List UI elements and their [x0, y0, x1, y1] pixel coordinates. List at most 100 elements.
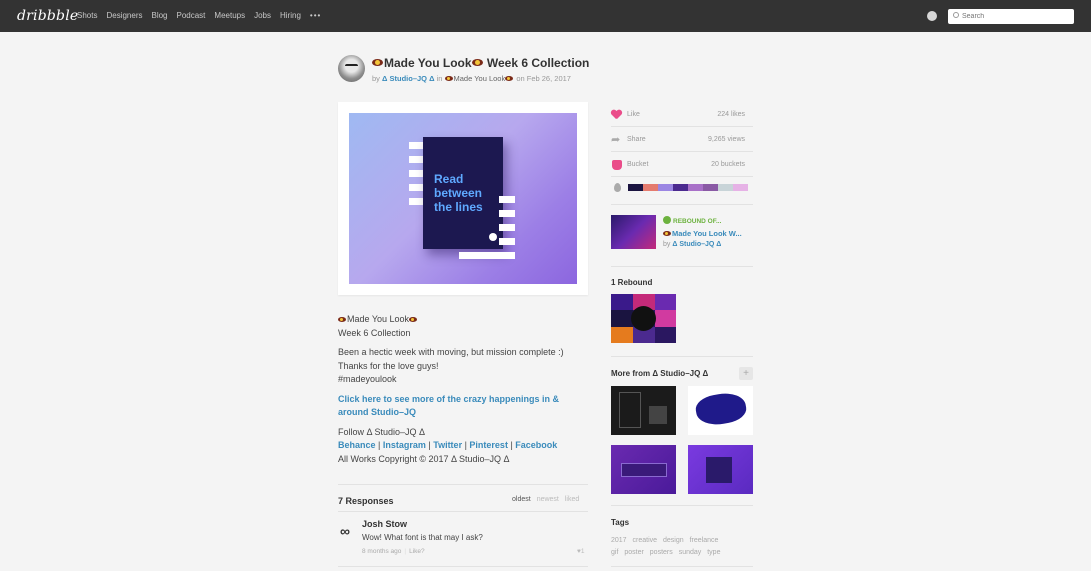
- color-drop-icon: [614, 183, 621, 192]
- bucket-row[interactable]: Bucket 20 buckets: [611, 158, 753, 172]
- eye-emoji-icon: [663, 231, 671, 236]
- more-shot-thumbnail[interactable]: [611, 386, 676, 435]
- twitter-link[interactable]: Twitter: [433, 440, 462, 450]
- desc-para3: Click here to see more of the crazy happ…: [338, 393, 588, 420]
- color-swatch[interactable]: [733, 184, 748, 191]
- eye-emoji-icon: [372, 59, 383, 66]
- color-swatch[interactable]: [673, 184, 688, 191]
- rebound-of-title-text: Made You Look W...: [672, 229, 742, 238]
- tags-list: 2017 creative design freelance gif poste…: [611, 535, 753, 559]
- follow-text: Follow Δ Studio–JQ Δ: [338, 426, 426, 437]
- desc-para2: Been a hectic week with moving, but miss…: [338, 346, 588, 387]
- tag[interactable]: type: [707, 549, 720, 556]
- in-label: in: [436, 74, 443, 83]
- more-shot-thumbnail[interactable]: [611, 445, 676, 494]
- shot-image[interactable]: Read between the lines: [349, 113, 577, 284]
- decor-strip: [499, 210, 515, 217]
- sep: |: [375, 440, 383, 450]
- responses-sort: oldest newest liked: [512, 496, 579, 503]
- comment-time[interactable]: 8 months ago: [362, 548, 401, 555]
- nav-link-jobs[interactable]: Jobs: [254, 11, 271, 20]
- nav-link-hiring[interactable]: Hiring: [280, 11, 301, 20]
- facebook-link[interactable]: Facebook: [515, 440, 557, 450]
- author-avatar[interactable]: [338, 55, 365, 82]
- instagram-link[interactable]: Instagram: [383, 440, 426, 450]
- bucket-label: Bucket: [627, 161, 649, 168]
- more-menu-icon[interactable]: •••: [310, 11, 321, 20]
- search-box[interactable]: [948, 9, 1074, 24]
- tile: [611, 327, 633, 343]
- search-icon: [953, 12, 959, 18]
- more-from-title: More from Δ Studio–JQ Δ: [611, 369, 709, 378]
- team-link[interactable]: Made You Look: [444, 74, 515, 83]
- more-shot-thumbnail[interactable]: [688, 386, 753, 435]
- comment-like-link[interactable]: Like?: [409, 548, 425, 555]
- commenter-avatar-icon[interactable]: ∞: [340, 523, 350, 539]
- meta-sep: |: [404, 548, 407, 555]
- book-cover: Read between the lines: [423, 137, 503, 249]
- cover-text: Read between the lines: [434, 172, 483, 214]
- color-swatch[interactable]: [628, 184, 643, 191]
- share-arrow-icon: ➦: [611, 134, 621, 146]
- tag[interactable]: design: [663, 537, 684, 544]
- eye-emoji-icon: [444, 76, 453, 81]
- heart-icon: [611, 110, 622, 120]
- rebound-thumbnail[interactable]: [611, 294, 676, 343]
- tag[interactable]: posters: [650, 549, 673, 556]
- color-swatch[interactable]: [658, 184, 673, 191]
- rebound-of-thumbnail[interactable]: [611, 215, 656, 249]
- bucket-count: 20 buckets: [711, 161, 745, 168]
- tag[interactable]: freelance: [690, 537, 719, 544]
- share-label: Share: [627, 136, 646, 143]
- color-swatch[interactable]: [703, 184, 718, 191]
- rebound-author-link[interactable]: Δ Studio–JQ Δ: [672, 241, 721, 248]
- behance-link[interactable]: Behance: [338, 440, 376, 450]
- globe-icon[interactable]: [927, 11, 937, 21]
- nav-link-blog[interactable]: Blog: [151, 11, 167, 20]
- nav-link-designers[interactable]: Designers: [106, 11, 142, 20]
- shot-byline: by Δ Studio–JQ Δ in Made You Look on Feb…: [372, 74, 571, 83]
- like-row[interactable]: Like 224 likes: [611, 108, 753, 122]
- desc-line2: Week 6 Collection: [338, 327, 411, 338]
- studio-link[interactable]: Click here to see more of the crazy happ…: [338, 394, 559, 418]
- commenter-name[interactable]: Josh Stow: [362, 519, 407, 529]
- color-swatch[interactable]: [643, 184, 658, 191]
- author-link[interactable]: Δ Studio–JQ Δ: [382, 74, 434, 83]
- comment-like-count[interactable]: ♥1: [577, 548, 584, 555]
- eye-emoji-icon: [338, 317, 346, 322]
- search-input[interactable]: [962, 10, 1070, 23]
- tag[interactable]: sunday: [679, 549, 702, 556]
- sort-newest[interactable]: newest: [537, 496, 559, 503]
- sort-oldest[interactable]: oldest: [512, 496, 531, 503]
- tile: [655, 327, 676, 343]
- divider: [611, 505, 753, 506]
- nav-link-meetups[interactable]: Meetups: [214, 11, 245, 20]
- color-swatch[interactable]: [688, 184, 703, 191]
- decor-strip: [499, 224, 515, 231]
- tile: [611, 310, 633, 327]
- follow-plus-button[interactable]: +: [739, 367, 753, 380]
- more-shot-thumbnail[interactable]: [688, 445, 753, 494]
- top-nav: dribbble Shots Designers Blog Podcast Me…: [0, 0, 1091, 32]
- tag[interactable]: creative: [633, 537, 658, 544]
- eye-emoji-icon: [505, 76, 514, 81]
- by-label: by: [372, 74, 380, 83]
- thumb-art: [693, 389, 749, 429]
- shot-description: Made You Look Week 6 Collection Been a h…: [338, 313, 588, 472]
- rebound-icon: [663, 216, 671, 224]
- nav-link-shots[interactable]: Shots: [77, 11, 97, 20]
- tag[interactable]: gif: [611, 549, 618, 556]
- tag[interactable]: 2017: [611, 537, 627, 544]
- decor-strip: [459, 252, 515, 259]
- dribbble-logo[interactable]: dribbble: [17, 8, 78, 24]
- desc-line1: Made You Look: [347, 314, 410, 324]
- comment-meta: 8 months ago | Like?: [362, 548, 425, 555]
- rebound-of-title[interactable]: Made You Look W...: [663, 229, 742, 238]
- sort-liked[interactable]: liked: [565, 496, 579, 503]
- share-row[interactable]: ➦ Share 9,265 views: [611, 133, 753, 147]
- tag[interactable]: poster: [624, 549, 643, 556]
- color-swatch[interactable]: [718, 184, 733, 191]
- pinterest-link[interactable]: Pinterest: [469, 440, 508, 450]
- nav-link-podcast[interactable]: Podcast: [177, 11, 206, 20]
- desc-intro: Made You Look Week 6 Collection: [338, 313, 588, 340]
